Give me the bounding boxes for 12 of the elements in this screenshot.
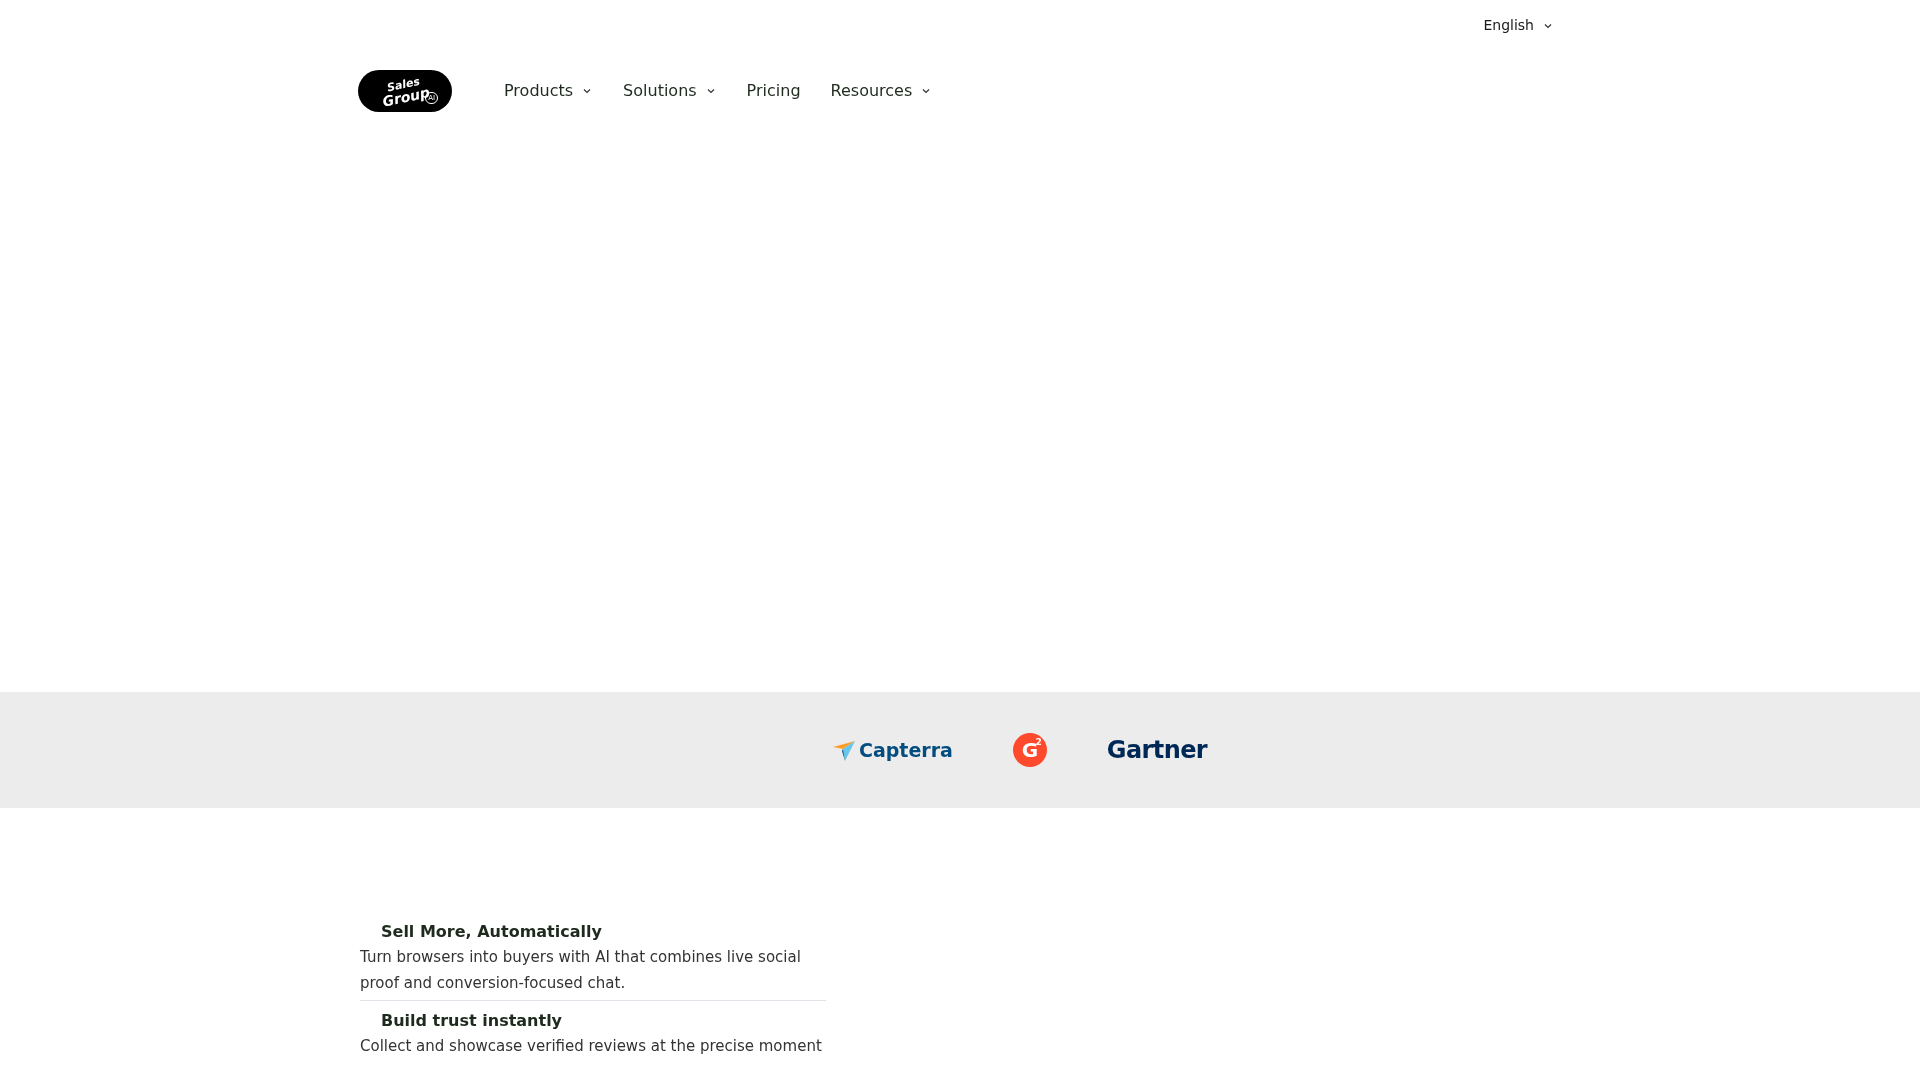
nav-link[interactable]: Pricing [746,79,801,103]
gartner-logo: Gartner [1106,735,1208,766]
feature-description: Collect and showcase verified reviews at the precise moment [360,1036,823,1057]
capterra-wordmark: Capterra [858,737,953,763]
feature-title[interactable]: Sell More, Automatically [360,920,826,944]
language-selector[interactable]: English [1483,15,1554,36]
nav-link[interactable]: Products [504,79,594,103]
feature-description: Turn browsers into buyers with AI that combines live social proof and conversion-focused chat. [360,947,802,994]
nav-link[interactable]: Resources [830,79,933,103]
feature-title[interactable]: Build trust instantly [360,1009,826,1033]
nav-link[interactable]: Solutions [623,79,717,103]
paper-plane-icon [832,739,855,761]
